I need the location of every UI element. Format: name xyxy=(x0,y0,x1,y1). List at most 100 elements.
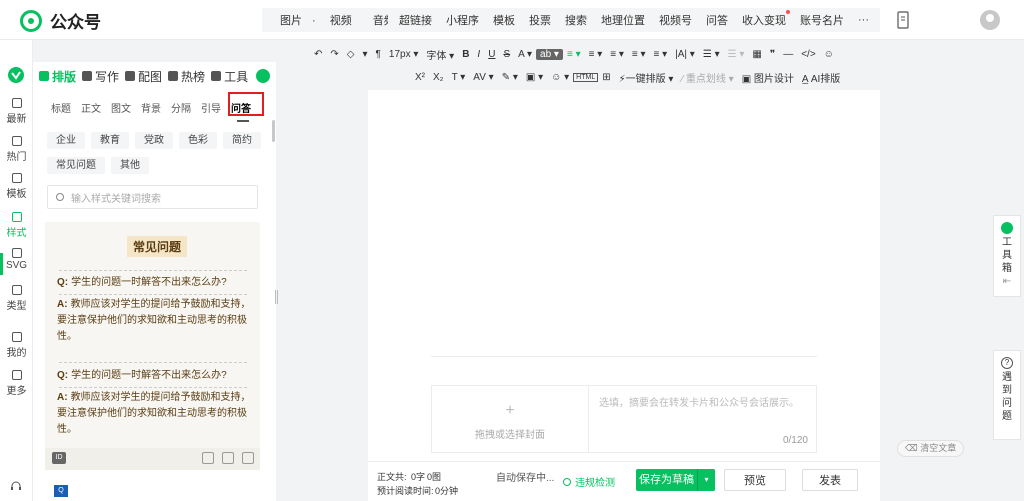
tab-hotlist[interactable]: 热榜 xyxy=(168,68,205,85)
ordered-list-icon[interactable]: ☰ ▾ xyxy=(724,49,749,60)
divider-icon[interactable]: — xyxy=(779,49,797,60)
insert-location[interactable]: 地理位置 xyxy=(594,12,652,28)
undo-icon[interactable]: ↶ xyxy=(310,49,326,60)
rail-template[interactable]: 模板 xyxy=(0,173,33,200)
edit-icon[interactable] xyxy=(222,452,234,464)
rail-latest[interactable]: 最新 xyxy=(0,98,33,125)
chip-color[interactable]: 色彩 xyxy=(179,132,217,149)
chip-enterprise[interactable]: 企业 xyxy=(47,132,85,149)
violation-check[interactable]: 违规检测 xyxy=(563,474,615,489)
rail-type[interactable]: 类型 xyxy=(0,285,33,312)
code-icon[interactable]: </> xyxy=(797,49,819,60)
quote-icon[interactable]: ❞ xyxy=(766,49,779,60)
style-card[interactable]: 常见问题 Q: 学生的问题一时解答不出来怎么办? A: 教师应该对学生的提问给予鼓励… xyxy=(45,222,260,467)
insert-miniprogram[interactable]: 小程序 xyxy=(439,12,486,28)
rail-mine[interactable]: 我的 xyxy=(0,332,33,359)
insert-vote[interactable]: 投票 xyxy=(522,12,558,28)
night-mode-icon[interactable] xyxy=(202,452,214,464)
toolbox-button[interactable]: 工具箱 ⇤ xyxy=(993,215,1021,297)
user-avatar[interactable] xyxy=(980,10,1000,30)
tab-image[interactable]: 配图 xyxy=(125,68,162,85)
panel-scrollbar[interactable] xyxy=(272,120,275,142)
insert-namecard[interactable]: 账号名片 xyxy=(793,12,851,28)
insert-template[interactable]: 模板 xyxy=(486,12,522,28)
cover-upload[interactable]: + 拖拽或选择封面 xyxy=(431,385,589,453)
save-dropdown-icon[interactable]: ▾ xyxy=(697,469,715,491)
mobile-preview-icon[interactable] xyxy=(893,10,913,30)
id-badge[interactable]: ID xyxy=(52,452,66,464)
chip-education[interactable]: 教育 xyxy=(91,132,129,149)
line-height-icon[interactable]: ≡ ▾ xyxy=(628,49,650,60)
insert-channels[interactable]: 视频号 xyxy=(652,12,699,28)
subtab-divider[interactable]: 分隔 xyxy=(171,100,191,115)
rail-style[interactable]: 样式 xyxy=(0,212,33,239)
char-spacing-icon[interactable]: AV ▾ xyxy=(469,72,497,83)
table-icon[interactable]: ▦ xyxy=(748,49,765,60)
insert-qa[interactable]: 问答 xyxy=(699,12,735,28)
chip-simple[interactable]: 简约 xyxy=(223,132,261,149)
subscript-icon[interactable]: X₂ xyxy=(429,72,448,83)
clear-article-button[interactable]: ⌫ 清空文章 xyxy=(897,440,965,457)
image-design[interactable]: ▣ 图片设计 xyxy=(738,70,798,85)
subtab-title[interactable]: 标题 xyxy=(51,100,71,115)
insert-link[interactable]: 超链接 xyxy=(392,12,439,28)
tab-layout[interactable]: 排版 xyxy=(39,68,76,85)
format-painter-icon[interactable]: ◇ xyxy=(343,49,359,60)
insert-search[interactable]: 搜索 xyxy=(558,12,594,28)
subtab-body[interactable]: 正文 xyxy=(81,100,101,115)
summary-input[interactable]: 选填，摘要会在转发卡片和公众号会话展示。 0/120 xyxy=(589,385,817,453)
favorite-icon[interactable] xyxy=(242,452,254,464)
highlight-line[interactable]: ⁄ 重点划线 ▾ xyxy=(677,70,737,85)
insert-monetize[interactable]: 收入变现 xyxy=(735,10,793,28)
superscript-icon[interactable]: X² xyxy=(411,72,429,83)
indent-icon[interactable]: ≡ ▾ xyxy=(585,49,607,60)
layout-icon[interactable]: ⊞ xyxy=(598,72,614,83)
tab-write[interactable]: 写作 xyxy=(82,68,119,85)
ai-layout[interactable]: A̲ AI排版 xyxy=(798,70,844,85)
outdent-icon[interactable]: ≡ ▾ xyxy=(606,49,628,60)
underline-button[interactable]: U xyxy=(484,49,499,60)
more-button[interactable]: ··· xyxy=(851,14,876,26)
style-search[interactable]: 输入样式关键词搜索 xyxy=(47,185,258,209)
rail-more[interactable]: 更多 xyxy=(0,370,33,397)
font-color-button[interactable]: A ▾ xyxy=(514,49,536,60)
font-size-select[interactable]: 17px ▾ xyxy=(385,49,422,60)
align-left-icon[interactable]: ≡ ▾ xyxy=(563,49,585,60)
subtab-guide[interactable]: 引导 xyxy=(201,100,221,115)
emoticon-icon[interactable]: ☺ ▾ xyxy=(547,72,573,83)
preview-button[interactable]: 预览 xyxy=(724,469,786,491)
chip-party[interactable]: 党政 xyxy=(135,132,173,149)
unordered-list-icon[interactable]: ☰ ▾ xyxy=(699,49,724,60)
chip-other[interactable]: 其他 xyxy=(111,157,149,174)
subtab-background[interactable]: 背景 xyxy=(141,100,161,115)
one-click-layout[interactable]: ⚡一键排版 ▾ xyxy=(615,70,678,85)
bg-color-button[interactable]: ab ▾ xyxy=(536,48,563,60)
publish-button[interactable]: 发表 xyxy=(802,469,858,491)
logo[interactable]: 公众号 xyxy=(20,8,101,33)
help-button[interactable]: ? 遇到问题 xyxy=(993,350,1021,440)
insert-image[interactable]: 图片 · xyxy=(266,12,323,28)
font-family-select[interactable]: 字体 ▾ xyxy=(422,47,458,62)
clear-format-icon[interactable]: T ▾ xyxy=(448,72,470,83)
chip-faq[interactable]: 常见问题 xyxy=(47,157,105,174)
magic-pen-icon[interactable]: ✎ ▾ xyxy=(498,72,522,83)
panel-resize-handle[interactable] xyxy=(275,290,278,304)
rail-svg[interactable]: SVG xyxy=(0,248,33,271)
emoji-icon[interactable]: ☺ xyxy=(820,49,838,60)
paragraph-icon[interactable]: ¶ xyxy=(372,49,385,60)
letter-spacing-icon[interactable]: |A| ▾ xyxy=(671,49,699,60)
tab-tools[interactable]: 工具 xyxy=(211,68,248,85)
subtab-imagetext[interactable]: 图文 xyxy=(111,100,131,115)
redo-icon[interactable]: ↷ xyxy=(326,49,342,60)
insert-video[interactable]: 视频 xyxy=(323,12,359,28)
html-icon[interactable]: HTML xyxy=(573,72,599,82)
italic-button[interactable]: I xyxy=(473,49,484,60)
para-spacing-icon[interactable]: ≡ ▾ xyxy=(650,49,672,60)
rail-hot[interactable]: 热门 xyxy=(0,136,33,163)
headset-icon[interactable] xyxy=(10,480,22,492)
painter-dropdown[interactable]: ▾ xyxy=(358,49,371,60)
panel-toggle[interactable] xyxy=(256,69,271,83)
bold-button[interactable]: B xyxy=(458,49,473,60)
image-style-icon[interactable]: ▣ ▾ xyxy=(522,72,547,83)
strikethrough-button[interactable]: S xyxy=(499,49,514,60)
